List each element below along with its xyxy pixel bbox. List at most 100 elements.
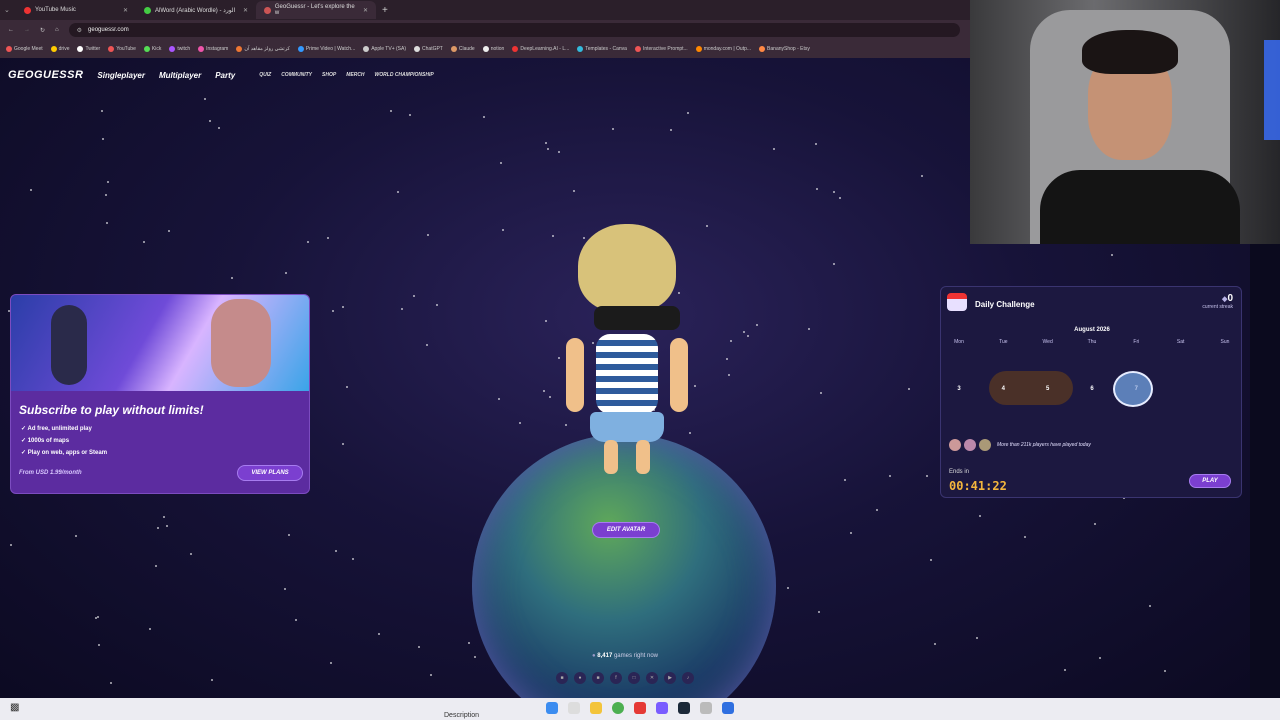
star (106, 222, 108, 224)
widgets-icon[interactable]: ▩ (10, 702, 19, 713)
star (547, 148, 549, 150)
url-input[interactable]: ⚙ geoguessr.com (68, 23, 960, 37)
geoguessr-icon (264, 6, 271, 14)
star (592, 342, 594, 344)
bookmark-item[interactable]: Kick (143, 46, 161, 52)
facebook-icon[interactable]: f (610, 672, 622, 684)
edit-avatar-button[interactable]: EDIT AVATAR (592, 522, 660, 538)
star (1094, 523, 1096, 525)
streak-value: 0 (1202, 293, 1233, 304)
bookmark-label: YouTube (116, 46, 136, 52)
bookmark-item[interactable]: BananyShop - Etsy (759, 46, 810, 52)
bookmark-item[interactable]: Interactive Prompt... (634, 46, 688, 52)
bookmark-item[interactable]: twitch (169, 46, 190, 52)
star (502, 229, 504, 231)
x-icon[interactable]: ✕ (646, 672, 658, 684)
view-plans-button[interactable]: VIEW PLANS (237, 465, 303, 481)
youtube-icon[interactable]: ▶ (664, 672, 676, 684)
back-icon[interactable]: ← (8, 27, 14, 33)
nav-world-championship[interactable]: WORLD CHAMPIONSHIP (375, 72, 434, 78)
bookmark-item[interactable]: Google Meet (6, 46, 43, 52)
app-icon[interactable] (722, 702, 734, 714)
bookmark-item[interactable]: Prime Video | Watch... (297, 46, 355, 52)
bookmark-item[interactable]: DeepLearning.AI - L... (512, 46, 569, 52)
star (747, 335, 749, 337)
star (549, 396, 551, 398)
bookmark-item[interactable]: ChatGPT (414, 46, 443, 52)
star (689, 432, 691, 434)
star (352, 558, 354, 560)
nav-multiplayer[interactable]: Multiplayer (159, 71, 201, 80)
play-daily-button[interactable]: PLAY (1189, 474, 1231, 488)
daily-challenge-title: Daily Challenge (975, 300, 1035, 309)
star (105, 194, 107, 196)
bookmark-item[interactable]: Twitter (77, 46, 100, 52)
file-explorer-icon[interactable] (590, 702, 602, 714)
star (307, 241, 309, 243)
bookmark-item[interactable]: YouTube (108, 46, 136, 52)
reload-icon[interactable]: ↻ (40, 27, 45, 34)
tab-youtube-music[interactable]: YouTube Music ✕ (16, 1, 136, 19)
nav-merch[interactable]: MERCH (346, 72, 364, 78)
calendar-day[interactable]: 7 (1126, 386, 1146, 392)
new-tab-icon[interactable]: + (382, 5, 388, 16)
nav-party[interactable]: Party (215, 71, 235, 80)
chrome-icon[interactable] (612, 702, 624, 714)
twitch-icon[interactable]: ■ (556, 672, 568, 684)
app-icon[interactable] (634, 702, 646, 714)
avatar-skirt (590, 412, 664, 442)
instagram-icon[interactable]: □ (628, 672, 640, 684)
bookmarks-bar: Google Meet drive Twitter YouTube Kick t… (0, 40, 970, 58)
star (155, 565, 157, 567)
discord-icon[interactable]: ■ (592, 672, 604, 684)
close-tab-icon[interactable]: ✕ (363, 7, 368, 14)
bookmark-item[interactable]: monday.com | Outp... (695, 46, 751, 52)
bookmark-item[interactable]: Instagram (198, 46, 228, 52)
app-icon[interactable] (700, 702, 712, 714)
bookmark-item[interactable]: drive (50, 46, 69, 52)
bookmark-icon (236, 46, 243, 52)
weekday-label: Sat (1176, 339, 1185, 345)
nav-community[interactable]: COMMUNITY (281, 72, 312, 78)
windows-start-icon[interactable] (546, 702, 558, 714)
avatar-leg (636, 440, 650, 474)
star (833, 263, 835, 265)
tab-alword[interactable]: AlWord (Arabic Wordle) - الورد ✕ (136, 1, 256, 19)
tiktok-icon[interactable]: ♪ (682, 672, 694, 684)
bookmark-item[interactable]: notion (482, 46, 504, 52)
star (519, 422, 521, 424)
bookmark-icon (77, 46, 84, 52)
site-info-icon[interactable]: ⚙ (77, 27, 82, 34)
star (876, 509, 878, 511)
bookmark-item[interactable]: Templates - Canva (577, 46, 627, 52)
app-icon[interactable] (656, 702, 668, 714)
reddit-icon[interactable]: ● (574, 672, 586, 684)
bookmark-item[interactable]: Apple TV+ (SA) (363, 46, 406, 52)
star (773, 148, 775, 150)
countdown-timer: 00:41:22 (949, 479, 1007, 493)
star (110, 682, 112, 684)
close-tab-icon[interactable]: ✕ (243, 7, 248, 14)
character-art (211, 299, 271, 387)
star (818, 611, 820, 613)
tab-search-icon[interactable]: ⌄ (4, 6, 16, 14)
star (95, 617, 97, 619)
bookmark-item[interactable]: Claude (450, 46, 475, 52)
avatar-sunglasses (594, 306, 680, 330)
bookmark-icon (198, 46, 205, 52)
nav-shop[interactable]: SHOP (322, 72, 336, 78)
nav-quiz[interactable]: QUIZ (259, 72, 271, 78)
geoguessr-logo[interactable]: GEOGUESSR (8, 69, 83, 81)
nav-singleplayer[interactable]: Singleplayer (97, 71, 145, 80)
bookmark-item[interactable]: كرتشي رولز مقاهد آن (236, 46, 290, 52)
home-icon[interactable]: ⌂ (55, 27, 59, 33)
steam-icon[interactable] (678, 702, 690, 714)
forward-icon[interactable]: → (24, 27, 30, 33)
close-tab-icon[interactable]: ✕ (123, 7, 128, 14)
tab-geoguessr[interactable]: GeoGuessr - Let's explore the w ✕ (256, 1, 376, 19)
subscribe-banner-image (11, 295, 309, 391)
star (979, 515, 981, 517)
search-icon[interactable] (568, 702, 580, 714)
star (97, 616, 99, 618)
star (728, 374, 730, 376)
